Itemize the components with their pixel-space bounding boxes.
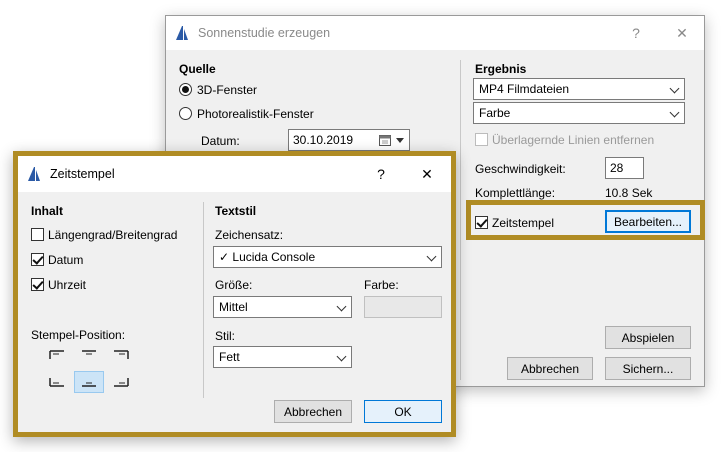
chevron-down-icon bbox=[426, 251, 437, 262]
speed-input[interactable]: 28 bbox=[605, 157, 644, 179]
size-select[interactable]: Mittel bbox=[213, 296, 352, 318]
timestamp-title: Zeitstempel bbox=[50, 167, 115, 181]
timestamp-label: Zeitstempel bbox=[492, 216, 555, 230]
stamp-position-label: Stempel-Position: bbox=[31, 328, 126, 342]
chevron-down-icon bbox=[336, 301, 347, 312]
help-icon[interactable]: ? bbox=[363, 156, 399, 192]
timestamp-titlebar: Zeitstempel ? ✕ bbox=[18, 156, 451, 192]
timestamp-dialog-frame: Zeitstempel ? ✕ Inhalt Längengrad/Breite… bbox=[13, 151, 456, 437]
timestamp-checkbox[interactable] bbox=[475, 216, 488, 229]
source-group-title: Quelle bbox=[179, 62, 216, 76]
close-icon[interactable]: ✕ bbox=[664, 16, 700, 50]
cancel-button[interactable]: Abbrechen bbox=[274, 400, 352, 423]
longlat-checkbox[interactable] bbox=[31, 228, 44, 241]
position-bottom-right-icon[interactable] bbox=[106, 371, 136, 393]
close-icon[interactable]: ✕ bbox=[409, 156, 445, 192]
position-bottom-center-icon[interactable] bbox=[74, 371, 104, 393]
radio-3d-window-label: 3D-Fenster bbox=[197, 83, 258, 97]
position-top-center-icon[interactable] bbox=[74, 344, 104, 366]
position-top-right-icon[interactable] bbox=[106, 344, 136, 366]
radio-3d-window[interactable] bbox=[179, 83, 192, 96]
color-swatch[interactable] bbox=[364, 296, 442, 318]
color-label: Farbe: bbox=[364, 278, 399, 292]
style-value: Fett bbox=[219, 350, 240, 364]
group-divider bbox=[460, 60, 461, 380]
text-style-group-title: Textstil bbox=[215, 204, 257, 218]
font-label: Zeichensatz: bbox=[215, 228, 284, 242]
help-icon[interactable]: ? bbox=[618, 16, 654, 50]
archicad-app-icon bbox=[174, 25, 190, 41]
date-picker[interactable]: 30.10.2019 bbox=[288, 129, 410, 151]
chevron-down-icon bbox=[336, 351, 347, 362]
sun-study-title: Sonnenstudie erzeugen bbox=[198, 26, 331, 40]
date-value: 30.10.2019 bbox=[293, 133, 354, 147]
save-button[interactable]: Sichern... bbox=[605, 357, 691, 380]
timestamp-dialog: Zeitstempel ? ✕ Inhalt Längengrad/Breite… bbox=[18, 156, 451, 432]
result-group-title: Ergebnis bbox=[475, 62, 527, 76]
output-format-select[interactable]: MP4 Filmdateien bbox=[473, 78, 685, 100]
edit-timestamp-button[interactable]: Bearbeiten... bbox=[605, 210, 691, 233]
output-format-value: MP4 Filmdateien bbox=[479, 82, 570, 96]
date-checkbox[interactable] bbox=[31, 253, 44, 266]
color-mode-value: Farbe bbox=[479, 106, 511, 120]
font-select[interactable]: ✓ Lucida Console bbox=[213, 246, 442, 268]
style-select[interactable]: Fett bbox=[213, 346, 352, 368]
position-bottom-left-icon[interactable] bbox=[42, 371, 72, 393]
date-checkbox-label: Datum bbox=[48, 253, 84, 267]
play-button[interactable]: Abspielen bbox=[605, 326, 691, 349]
style-label: Stil: bbox=[215, 329, 236, 343]
color-mode-select[interactable]: Farbe bbox=[473, 102, 685, 124]
size-value: Mittel bbox=[219, 300, 248, 314]
position-top-left-icon[interactable] bbox=[42, 344, 72, 366]
time-checkbox[interactable] bbox=[31, 278, 44, 291]
radio-photorealistic-label: Photorealistik-Fenster bbox=[197, 107, 314, 121]
chevron-down-icon bbox=[669, 107, 680, 118]
font-value: ✓ Lucida Console bbox=[219, 250, 316, 264]
chevron-down-icon[interactable] bbox=[396, 138, 404, 143]
ok-button[interactable]: OK bbox=[364, 400, 442, 423]
speed-label: Geschwindigkeit: bbox=[475, 162, 566, 176]
content-group-title: Inhalt bbox=[31, 204, 63, 218]
radio-photorealistic-window[interactable] bbox=[179, 107, 192, 120]
total-length-label: Komplettlänge: bbox=[475, 186, 556, 200]
time-checkbox-label: Uhrzeit bbox=[48, 278, 87, 292]
speed-value: 28 bbox=[610, 161, 624, 175]
chevron-down-icon bbox=[669, 83, 680, 94]
cancel-button[interactable]: Abbrechen bbox=[507, 357, 593, 380]
longlat-label: Längengrad/Breitengrad bbox=[48, 228, 178, 242]
size-label: Größe: bbox=[215, 278, 253, 292]
group-divider bbox=[203, 202, 204, 398]
calendar-icon[interactable] bbox=[379, 134, 391, 149]
date-label: Datum: bbox=[201, 134, 240, 148]
archicad-app-icon bbox=[26, 166, 42, 182]
remove-overlay-lines-label: Überlagernde Linien entfernen bbox=[492, 133, 655, 147]
total-length-value: 10.8 Sek bbox=[605, 186, 653, 200]
sun-study-titlebar: Sonnenstudie erzeugen ? ✕ bbox=[166, 16, 704, 50]
remove-overlay-lines-checkbox[interactable] bbox=[475, 133, 488, 146]
